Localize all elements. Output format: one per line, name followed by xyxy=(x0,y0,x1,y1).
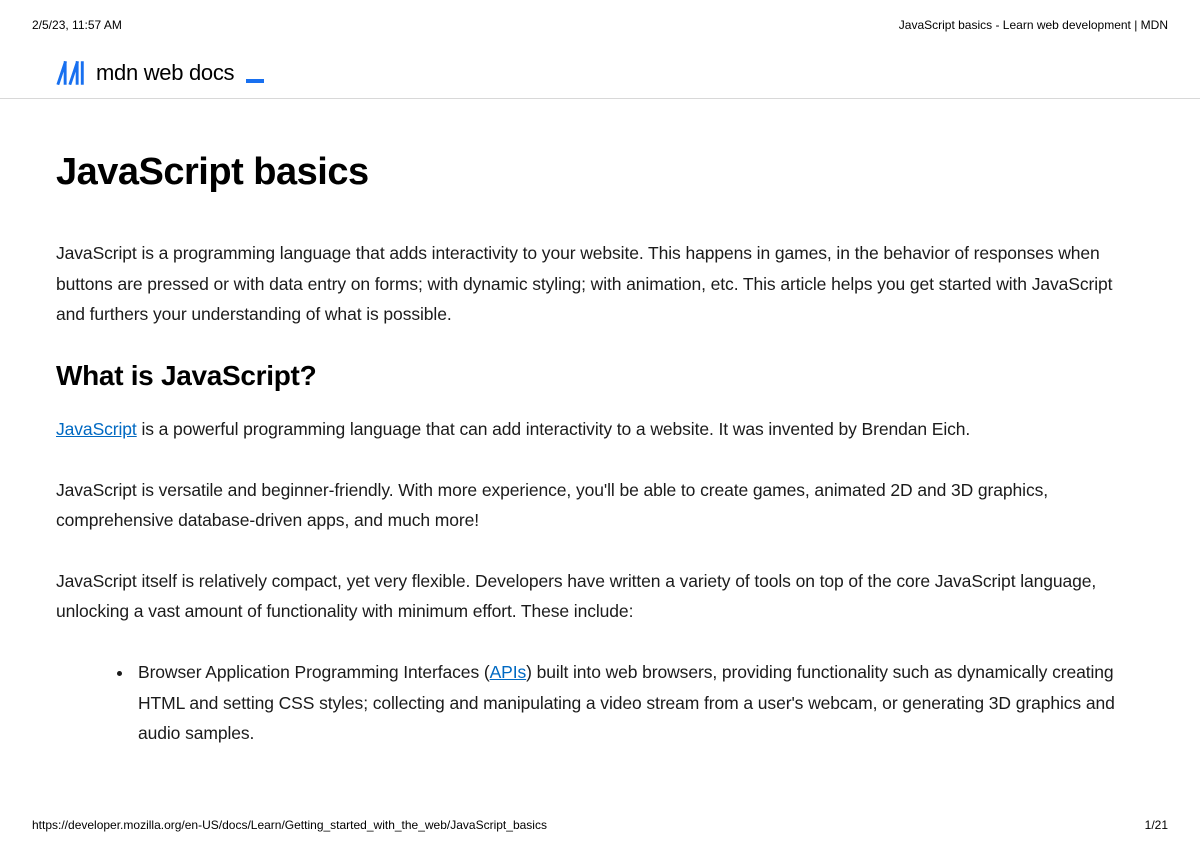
print-header: 2/5/23, 11:57 AM JavaScript basics - Lea… xyxy=(0,0,1200,32)
list-item: Browser Application Programming Interfac… xyxy=(134,657,1144,749)
mdn-logo-text: mdn web docs xyxy=(96,60,234,86)
p-definition: JavaScript is a powerful programming lan… xyxy=(56,414,1144,445)
tools-list: Browser Application Programming Interfac… xyxy=(56,657,1144,749)
print-url: https://developer.mozilla.org/en-US/docs… xyxy=(32,818,547,832)
article-content: JavaScript basics JavaScript is a progra… xyxy=(0,99,1200,749)
print-doc-title: JavaScript basics - Learn web developmen… xyxy=(899,18,1168,32)
page-title: JavaScript basics xyxy=(56,151,1144,194)
li-text-pre: Browser Application Programming Interfac… xyxy=(138,662,490,682)
what-is-javascript-heading: What is JavaScript? xyxy=(56,360,1144,392)
intro-paragraph: JavaScript is a programming language tha… xyxy=(56,238,1144,330)
site-header: mdn web docs xyxy=(0,32,1200,99)
mdn-logo-cursor-icon xyxy=(246,79,264,83)
javascript-link[interactable]: JavaScript xyxy=(56,419,137,439)
mdn-logo-icon xyxy=(56,61,88,85)
p-versatile: JavaScript is versatile and beginner-fri… xyxy=(56,475,1144,536)
mdn-logo[interactable]: mdn web docs xyxy=(56,60,1144,86)
apis-link[interactable]: APIs xyxy=(490,662,527,682)
p-compact: JavaScript itself is relatively compact,… xyxy=(56,566,1144,627)
print-page-number: 1/21 xyxy=(1145,818,1168,832)
print-footer: https://developer.mozilla.org/en-US/docs… xyxy=(32,818,1168,832)
p-definition-rest: is a powerful programming language that … xyxy=(137,419,970,439)
print-timestamp: 2/5/23, 11:57 AM xyxy=(32,18,122,32)
